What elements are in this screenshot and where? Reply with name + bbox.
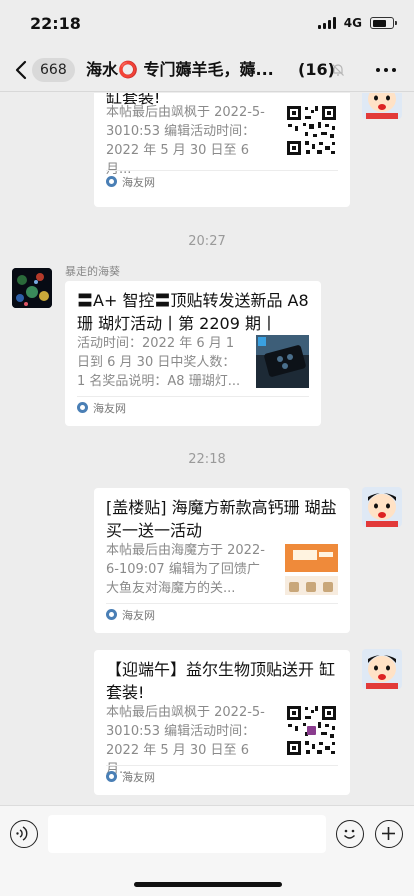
link-card[interactable]: 【迎端午】益尔生物顶贴送开 缸套装! 本帖最后由飒枫于 2022-5-3010:… xyxy=(94,650,350,795)
member-count: (16) xyxy=(298,60,335,79)
link-card[interactable]: 缸套装! 本帖最后由飒枫于 2022-5-3010:53 编辑活动时间：2022… xyxy=(94,93,350,207)
sender-name: 暴走的海葵 xyxy=(65,265,120,278)
site-logo-icon xyxy=(106,176,117,187)
home-indicator[interactable] xyxy=(134,882,282,887)
status-time: 22:18 xyxy=(30,14,81,33)
link-card[interactable]: [盖楼贴] 海魔方新款高钙珊 瑚盐买一送一活动 本帖最后由海魔方于 2022-6… xyxy=(94,488,350,633)
source-name: 海友网 xyxy=(122,175,155,189)
card-title: [盖楼贴] 海魔方新款高钙珊 瑚盐买一送一活动 xyxy=(106,498,337,540)
emoji-icon xyxy=(344,829,355,839)
card-title: 【迎端午】益尔生物顶贴送开 缸套装! xyxy=(106,660,336,702)
card-source: 海友网 xyxy=(77,396,309,418)
voice-icon xyxy=(16,826,28,841)
product-photo-icon xyxy=(256,335,309,388)
card-description: 本帖最后由飒枫于 2022-5-3010:53 编辑活动时间：2022 年 5 … xyxy=(106,105,265,177)
site-logo-icon xyxy=(106,609,117,620)
avatar-cartoon-icon xyxy=(362,93,402,119)
card-source: 海友网 xyxy=(106,603,338,625)
avatar[interactable] xyxy=(362,93,402,119)
qr-code-icon xyxy=(285,704,338,757)
back-arrow-icon[interactable] xyxy=(12,58,32,82)
card-source: 海友网 xyxy=(106,170,338,192)
message-input[interactable] xyxy=(48,815,326,853)
unread-count-badge[interactable]: 668 xyxy=(32,58,75,82)
avatar[interactable] xyxy=(362,649,402,689)
card-description: 活动时间：2022 年 6 月 1 日到 6 月 30 日中奖人数：1 名奖品说… xyxy=(77,336,241,389)
avatar-cartoon-icon xyxy=(362,487,402,527)
avatar[interactable] xyxy=(12,268,52,308)
voice-input-button[interactable] xyxy=(10,820,38,848)
avatar[interactable] xyxy=(362,487,402,527)
more-functions-button[interactable] xyxy=(375,820,403,848)
qr-code-icon xyxy=(285,104,338,157)
avatar-cartoon-icon xyxy=(362,649,402,689)
status-indicators: 4G xyxy=(317,16,397,30)
site-logo-icon xyxy=(106,771,117,782)
timestamp-divider: 22:18 xyxy=(188,452,226,467)
source-name: 海友网 xyxy=(93,401,126,415)
card-description: 本帖最后由海魔方于 2022-6-109:07 编辑为了回馈广大鱼友对海魔方的关… xyxy=(106,543,265,596)
emoji-button[interactable] xyxy=(336,820,364,848)
chat-title: 海水⭕ 专门薅羊毛，薅... xyxy=(86,60,274,79)
battery-icon xyxy=(370,17,397,29)
message-list[interactable]: 缸套装! 本帖最后由飒枫于 2022-5-3010:53 编辑活动时间：2022… xyxy=(0,93,414,805)
link-card[interactable]: 〓A+ 智控〓顶贴转发送新品 A8 珊 瑚灯活动丨第 2209 期丨 活动时间：… xyxy=(65,281,321,426)
site-logo-icon xyxy=(77,402,88,413)
plus-icon xyxy=(382,827,395,840)
card-source: 海友网 xyxy=(106,765,338,787)
more-options-icon[interactable] xyxy=(376,68,396,72)
chat-header: 668 海水⭕ 专门薅羊毛，薅... (16) xyxy=(0,48,414,92)
promo-banner-icon xyxy=(285,542,338,595)
avatar-aquarium-icon xyxy=(12,268,52,308)
network-type: 4G xyxy=(343,16,362,30)
timestamp-divider: 20:27 xyxy=(188,234,226,249)
mute-bell-icon xyxy=(332,64,344,76)
card-title: 〓A+ 智控〓顶贴转发送新品 A8 珊 瑚灯活动丨第 2209 期丨 xyxy=(77,291,309,333)
source-name: 海友网 xyxy=(122,608,155,622)
source-name: 海友网 xyxy=(122,770,155,784)
signal-icon xyxy=(317,17,336,29)
status-bar: 22:18 4G xyxy=(0,0,414,48)
